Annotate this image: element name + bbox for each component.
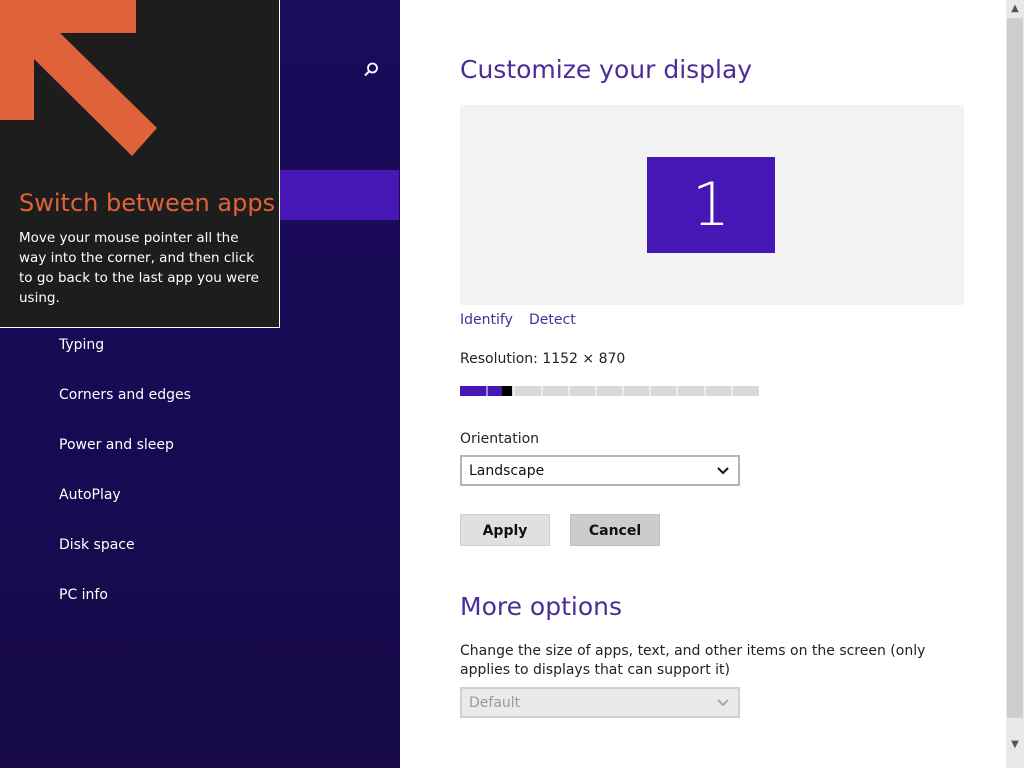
display-arrangement-area: 1 — [460, 105, 964, 305]
nav-item-disk-space[interactable]: Disk space — [59, 533, 135, 557]
more-options-description: Change the size of apps, text, and other… — [460, 643, 926, 678]
vertical-scrollbar[interactable]: ▲ ▼ — [1006, 0, 1024, 768]
size-value: Default — [469, 695, 521, 711]
monitor-1[interactable]: 1 — [647, 157, 775, 253]
resolution-slider[interactable] — [460, 386, 759, 396]
nav-item-pc-info[interactable]: PC info — [59, 583, 108, 607]
more-options-heading: More options — [460, 592, 622, 621]
detect-link[interactable]: Detect — [529, 310, 576, 330]
cancel-button[interactable]: Cancel — [570, 514, 660, 546]
arrow-up-left-icon — [0, 0, 157, 156]
identify-link[interactable]: Identify — [460, 310, 513, 330]
orientation-dropdown[interactable]: Landscape — [460, 455, 740, 486]
nav-item-autoplay[interactable]: AutoPlay — [59, 483, 121, 507]
chevron-down-icon — [717, 699, 729, 707]
nav-item-typing[interactable]: Typing — [59, 333, 104, 357]
orientation-label: Orientation — [460, 431, 540, 447]
orientation-value: Landscape — [469, 463, 545, 479]
nav-item-corners-and-edges[interactable]: Corners and edges — [59, 383, 191, 407]
display-settings-pane: Customize your display 1 Identify Detect… — [400, 0, 1006, 768]
scroll-down-arrow-icon[interactable]: ▼ — [1006, 736, 1024, 754]
chevron-down-icon — [717, 467, 729, 475]
page-title: Customize your display — [460, 55, 753, 84]
resolution-label: Resolution: 1152 × 870 — [460, 351, 626, 367]
scroll-up-arrow-icon[interactable]: ▲ — [1006, 0, 1024, 18]
size-dropdown: Default — [460, 687, 740, 718]
apply-button[interactable]: Apply — [460, 514, 550, 546]
tip-title: Switch between apps — [19, 189, 276, 217]
search-icon[interactable] — [361, 60, 381, 80]
tip-body: Move your mouse pointer all the way into… — [19, 230, 259, 306]
resolution-slider-thumb[interactable] — [502, 386, 512, 396]
nav-item-power-and-sleep[interactable]: Power and sleep — [59, 433, 174, 457]
scrollbar-thumb[interactable] — [1007, 18, 1023, 718]
tip-overlay: Switch between apps Move your mouse poin… — [0, 0, 280, 328]
